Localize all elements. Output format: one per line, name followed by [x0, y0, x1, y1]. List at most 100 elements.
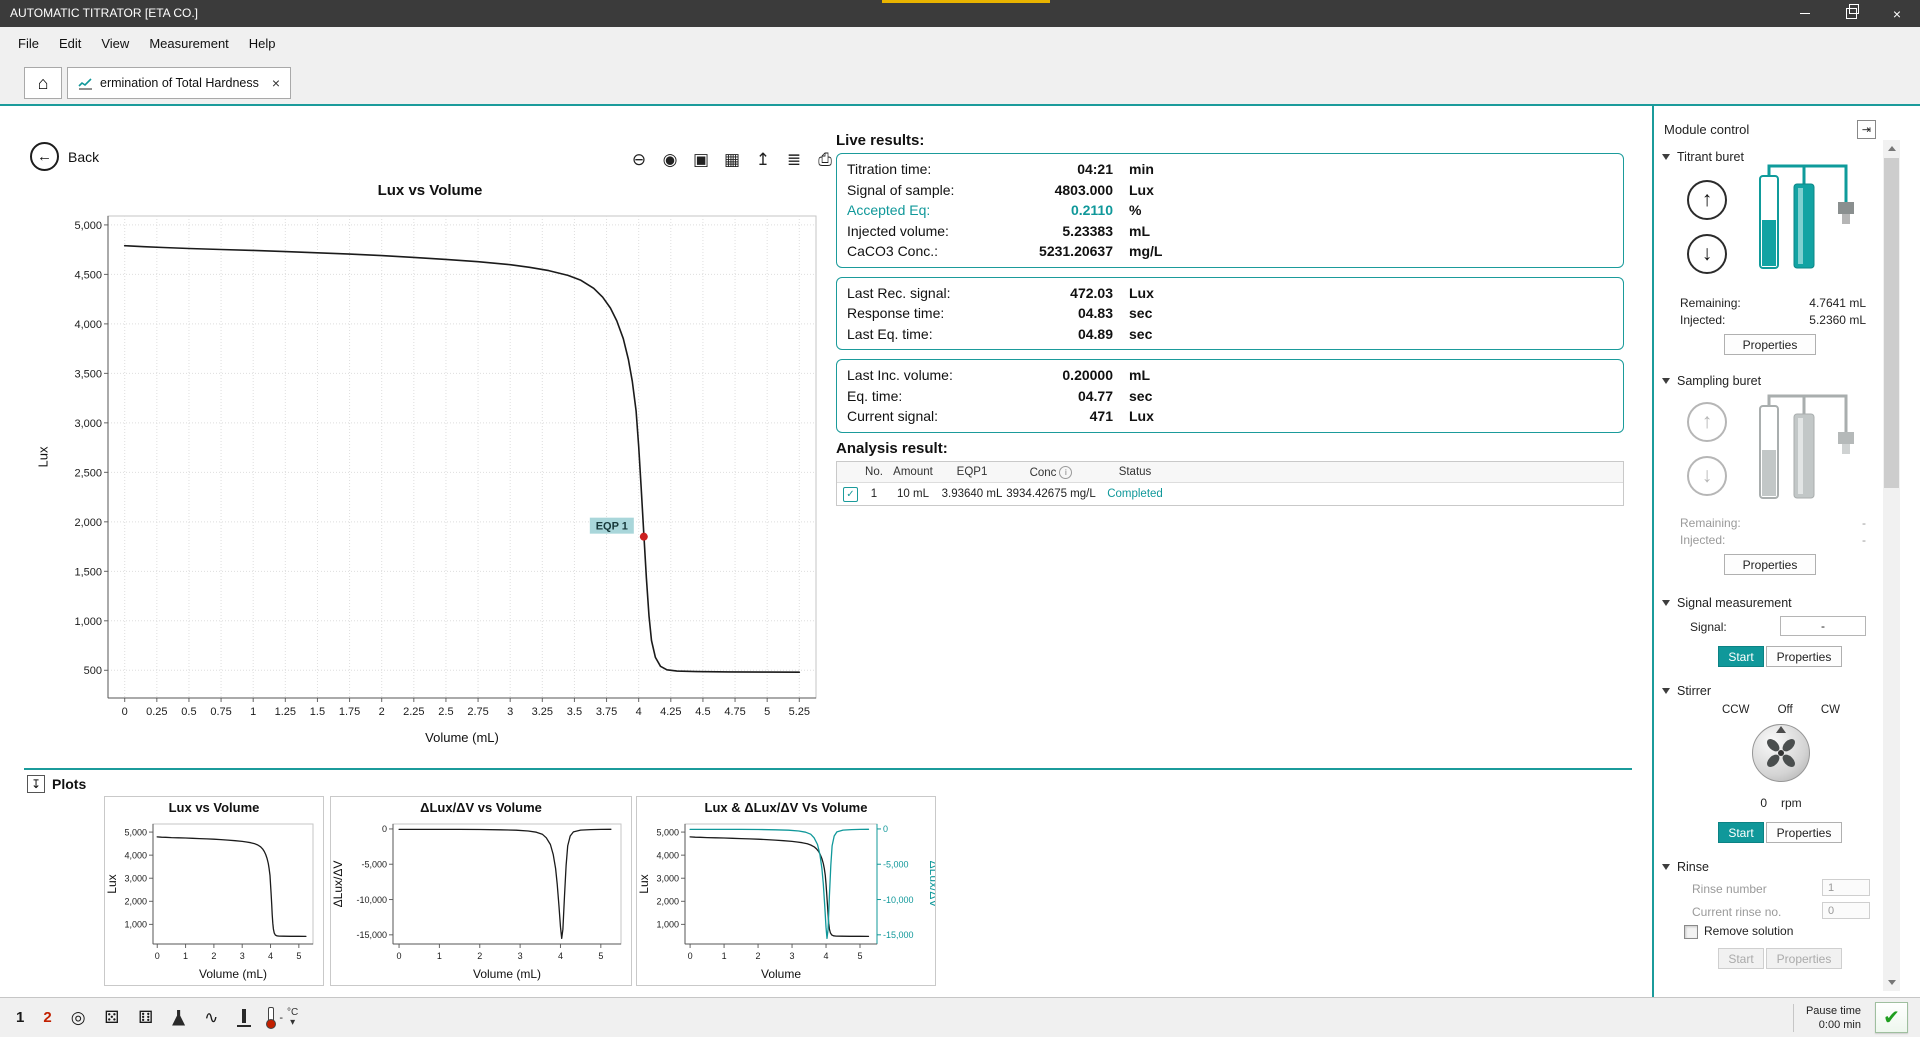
- minimize-button[interactable]: [1782, 0, 1828, 27]
- table-header-row: No.AmountEQP1ConciStatus: [837, 462, 1623, 483]
- sampling-fill-button[interactable]: ↑: [1687, 402, 1727, 442]
- save-icon[interactable]: ▣: [690, 150, 712, 170]
- sidebar-scrollbar[interactable]: [1883, 140, 1900, 991]
- menu-file[interactable]: File: [8, 31, 49, 56]
- rinse-start-button[interactable]: Start: [1718, 948, 1764, 969]
- column-header-conc[interactable]: Conci: [1005, 466, 1097, 479]
- column-header-eqp1[interactable]: EQP1: [939, 466, 1005, 478]
- module-grid-2-icon[interactable]: ⚅: [138, 1008, 153, 1028]
- report-icon[interactable]: ≣: [783, 150, 805, 170]
- menu-measurement[interactable]: Measurement: [139, 31, 238, 56]
- mini-chart-panel-lux: Lux vs Volume 0123451,0002,0003,0004,000…: [104, 796, 324, 986]
- back-arrow-icon: ←: [37, 148, 52, 165]
- home-tab[interactable]: ⌂: [24, 67, 62, 99]
- stirrer-speed-unit: rpm: [1781, 796, 1802, 810]
- stirrer-properties-button[interactable]: Properties: [1766, 822, 1842, 843]
- close-button[interactable]: ×: [1874, 0, 1920, 27]
- scroll-up-icon[interactable]: [1883, 140, 1900, 157]
- menu-view[interactable]: View: [91, 31, 139, 56]
- stirrer-ccw-label[interactable]: CCW: [1722, 704, 1749, 716]
- scrollbar-thumb[interactable]: [1884, 158, 1899, 488]
- signal-value-field[interactable]: -: [1780, 616, 1866, 636]
- signal-properties-button[interactable]: Properties: [1766, 646, 1842, 667]
- collapse-plots-icon[interactable]: ↧: [27, 775, 45, 793]
- stirrer-start-button[interactable]: Start: [1718, 822, 1764, 843]
- titrant-properties-button[interactable]: Properties: [1724, 334, 1816, 355]
- live-results-panel: Live results: Titration time:04:21minSig…: [836, 132, 1624, 442]
- scroll-down-icon[interactable]: [1883, 974, 1900, 991]
- module-grid-1-icon[interactable]: ⚄: [105, 1008, 120, 1028]
- remove-solution-checkbox[interactable]: [1684, 925, 1698, 939]
- svg-text:3.25: 3.25: [532, 706, 553, 718]
- stirrer-off-label[interactable]: Off: [1778, 704, 1793, 716]
- chart-toolbar: ⊖ ◉ ▣ ▦ ↥ ≣ ⎙: [628, 150, 836, 170]
- result-label: Last Rec. signal:: [847, 283, 1005, 304]
- app-window: AUTOMATIC TITRATOR [ETA CO.] × FileEditV…: [0, 0, 1920, 1037]
- buret-icon[interactable]: [237, 1009, 251, 1027]
- document-tab[interactable]: ermination of Total Hardness ×: [67, 67, 291, 99]
- signal-curve-icon[interactable]: ∿: [204, 1008, 218, 1028]
- rinse-number-field[interactable]: 1: [1822, 879, 1870, 896]
- live-result-row: CaCO3 Conc.:5231.20637mg/L: [847, 241, 1613, 262]
- menu-edit[interactable]: Edit: [49, 31, 91, 56]
- section-header-signal-measurement[interactable]: Signal measurement: [1662, 596, 1792, 610]
- svg-text:3: 3: [518, 951, 523, 961]
- collapse-caret-icon: [1662, 154, 1670, 160]
- svg-text:4,000: 4,000: [124, 850, 147, 860]
- target-icon[interactable]: ◎: [71, 1008, 86, 1028]
- menu-help[interactable]: Help: [239, 31, 286, 56]
- section-header-rinse[interactable]: Rinse: [1662, 860, 1709, 874]
- remaining-value: -: [1862, 516, 1866, 530]
- confirm-button[interactable]: ✔: [1875, 1002, 1908, 1033]
- back-button[interactable]: ← Back: [30, 142, 99, 171]
- svg-text:3: 3: [507, 706, 513, 718]
- section-header-titrant-buret[interactable]: Titrant buret: [1662, 150, 1744, 164]
- signal-start-button[interactable]: Start: [1718, 646, 1764, 667]
- row-conc: 3934.42675 mg/L: [1005, 488, 1097, 500]
- dock-panel-icon[interactable]: ⇥: [1857, 120, 1876, 139]
- svg-text:4.25: 4.25: [660, 706, 681, 718]
- column-header-no[interactable]: No.: [861, 466, 887, 478]
- svg-text:1.5: 1.5: [310, 706, 325, 718]
- restore-button[interactable]: [1828, 0, 1874, 27]
- rinse-properties-button[interactable]: Properties: [1766, 948, 1842, 969]
- section-header-sampling-buret[interactable]: Sampling buret: [1662, 374, 1761, 388]
- stirrer-cw-label[interactable]: CW: [1821, 704, 1840, 716]
- sampling-properties-button[interactable]: Properties: [1724, 554, 1816, 575]
- column-header-amount[interactable]: Amount: [887, 466, 939, 478]
- analysis-result-row[interactable]: ✓110 mL3.93640 mL3934.42675 mg/LComplete…: [837, 483, 1623, 505]
- result-value: 04.89: [1021, 324, 1113, 345]
- svg-text:Lux: Lux: [36, 446, 51, 467]
- sampling-dispense-button[interactable]: ↓: [1687, 456, 1727, 496]
- pause-time-readout: Pause time 0:00 min: [1793, 1004, 1861, 1032]
- mini-chart-title: ΔLux/ΔV vs Volume: [331, 800, 631, 818]
- export-icon[interactable]: ↥: [752, 150, 774, 170]
- titrant-dispense-button[interactable]: ↓: [1687, 234, 1727, 274]
- sample-1-icon[interactable]: 1: [16, 1009, 24, 1026]
- stirrer-knob[interactable]: [1752, 724, 1810, 782]
- titrant-injected-row: Injected: 5.2360 mL: [1680, 313, 1866, 327]
- record-icon[interactable]: ◉: [659, 150, 681, 170]
- zoom-out-icon[interactable]: ⊖: [628, 150, 650, 170]
- table-icon[interactable]: ▦: [721, 150, 743, 170]
- module-control-panel: Module control ⇥ Titrant buret ↑ ↓: [1652, 106, 1920, 999]
- flask-icon[interactable]: [172, 1010, 185, 1026]
- plots-section-title: Plots: [52, 776, 86, 792]
- plots-section-header[interactable]: ↧ Plots: [27, 775, 86, 793]
- column-header-status[interactable]: Status: [1097, 466, 1173, 478]
- svg-text:-5,000: -5,000: [361, 859, 387, 869]
- sample-2-icon[interactable]: 2: [43, 1009, 51, 1026]
- live-result-row: Last Rec. signal:472.03Lux: [847, 283, 1613, 304]
- module-control-title: Module control: [1664, 122, 1749, 137]
- titrant-fill-button[interactable]: ↑: [1687, 180, 1727, 220]
- tab-close-icon[interactable]: ×: [272, 75, 280, 91]
- current-rinse-field[interactable]: 0: [1822, 902, 1870, 919]
- mini-combined-chart: 0123451,0002,0003,0004,0005,0000-5,000-1…: [637, 818, 935, 982]
- svg-text:0: 0: [397, 951, 402, 961]
- section-header-stirrer[interactable]: Stirrer: [1662, 684, 1711, 698]
- accent-strip: [882, 0, 1050, 3]
- print-icon[interactable]: ⎙: [814, 150, 836, 170]
- temperature-control[interactable]: - °C ▾: [265, 1007, 298, 1029]
- row-checkbox[interactable]: ✓: [843, 487, 858, 502]
- titration-curve-chart[interactable]: 00.250.50.7511.251.51.7522.252.52.7533.2…: [36, 206, 824, 746]
